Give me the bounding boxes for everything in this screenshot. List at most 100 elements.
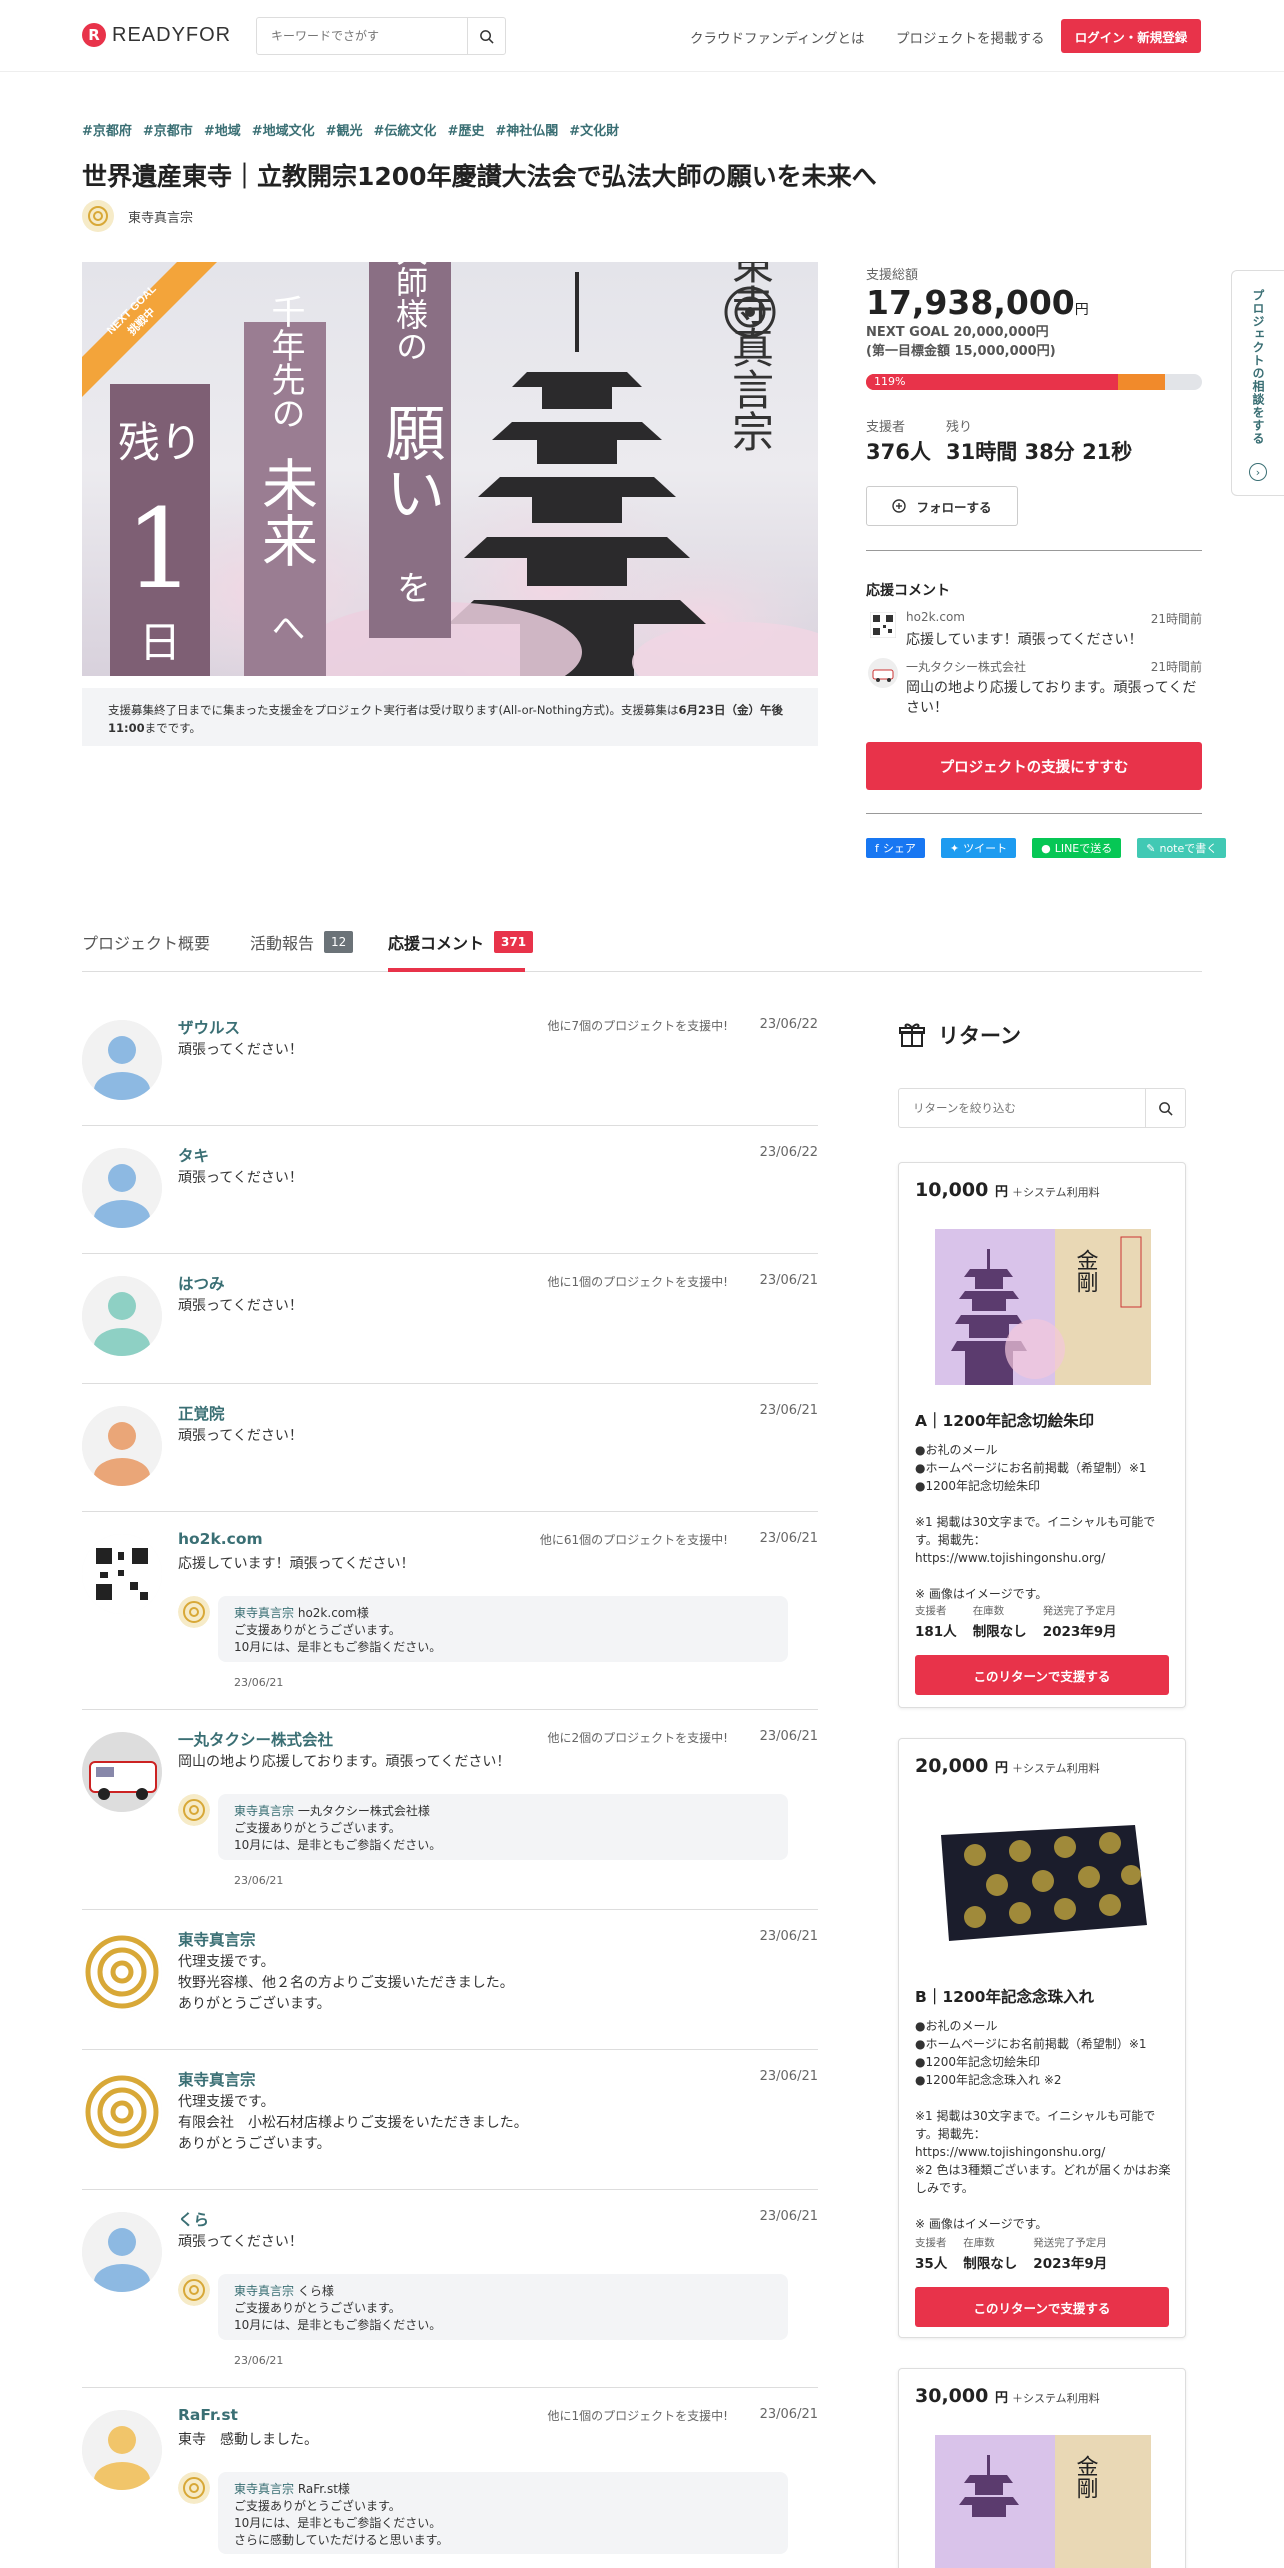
- tag-link[interactable]: #歴史: [447, 120, 484, 139]
- support-comments-title: 応援コメント: [866, 583, 950, 599]
- select-reward-button[interactable]: このリターンで支援する: [915, 2287, 1169, 2327]
- reward-search-button[interactable]: [1145, 1089, 1185, 1127]
- commenter-avatar[interactable]: [82, 1932, 162, 2012]
- tag-link[interactable]: #京都市: [143, 120, 193, 139]
- reward-image-goshuin: 金剛: [935, 1229, 1151, 1385]
- tag-link[interactable]: #地域文化: [252, 120, 315, 139]
- comment-text: 頑張ってください！: [178, 2234, 303, 2250]
- project-tags: #京都府 #京都市 #地域 #地域文化 #観光 #伝統文化 #歴史 #神社仏閣 …: [82, 120, 619, 139]
- side-comment[interactable]: 一丸タクシー株式会社 21時間前 岡山の地より応援しております。頑張ってください…: [866, 658, 1202, 720]
- tag-link[interactable]: #地域: [204, 120, 241, 139]
- tab-support-comments[interactable]: 応援コメント 371: [388, 930, 534, 954]
- reward-image-goshuin: 金剛: [935, 2435, 1151, 2568]
- reward-filter-input[interactable]: [899, 1089, 1145, 1127]
- reply-date: 23/06/21: [234, 2354, 284, 2367]
- owner-reply-avatar: [178, 2472, 210, 2504]
- comment-date: 23/06/21: [759, 2209, 818, 2224]
- commenter-name[interactable]: 一丸タクシー株式会社: [178, 1728, 333, 1750]
- reward-image-juzu-case: [935, 1805, 1151, 1961]
- comment-date: 23/06/22: [759, 1145, 818, 1160]
- other-projects-note: 他に7個のプロジェクトを支援中!: [547, 1019, 728, 1033]
- reward-title: A｜1200年記念切絵朱印: [915, 1412, 1095, 1430]
- reward-price: 30,000 円＋システム利用料: [915, 2385, 1100, 2407]
- commenter-name[interactable]: 正覚院: [178, 1402, 225, 1424]
- facebook-share-button[interactable]: f シェア: [866, 838, 925, 858]
- tag-link[interactable]: #京都府: [82, 120, 132, 139]
- commenter-avatar[interactable]: [82, 1406, 162, 1486]
- comment-item: タキ 23/06/22 頑張ってください！: [82, 1126, 818, 1254]
- goal-info: NEXT GOAL 20,000,000円 (第一目標金額 15,000,000…: [866, 325, 1056, 359]
- comment-item: 東寺真言宗 23/06/21 代理支援です。 牧野光容様、他２名の方よりご支援いただき…: [82, 1910, 818, 2050]
- hero-text-future2: 未来: [253, 456, 318, 568]
- comment-text: 東寺 感動しました。: [178, 2432, 318, 2448]
- commenter-avatar[interactable]: [82, 1148, 162, 1228]
- other-projects-note: 他に2個のプロジェクトを支援中!: [547, 1731, 728, 1745]
- comment-date: 23/06/21: [759, 1929, 818, 1944]
- reward-card[interactable]: 30,000 円＋システム利用料 金剛: [898, 2368, 1186, 2568]
- comment-date: 23/06/21: [759, 1403, 818, 1418]
- commenter-name[interactable]: 東寺真言宗: [178, 2068, 256, 2090]
- nav-about-crowdfunding[interactable]: クラウドファンディングとは: [690, 27, 865, 47]
- comment-text: 代理支援です。 牧野光容様、他２名の方よりご支援いただきました。 ありがとうございま…: [178, 1954, 514, 2012]
- comment-date: 23/06/21: [759, 1729, 818, 1744]
- side-comment[interactable]: ho2k.com 21時間前 応援しています！頑張ってください！: [866, 610, 1202, 654]
- keyword-search-input[interactable]: [257, 18, 467, 54]
- comment-text: 頑張ってください！: [178, 1170, 303, 1186]
- reward-meta: 支援者 35人 在庫数 制限なし 発送完了予定月 2023年9月: [915, 2237, 1108, 2272]
- commenter-avatar[interactable]: [82, 1020, 162, 1100]
- commenter-avatar[interactable]: [82, 2410, 162, 2490]
- tag-link[interactable]: #観光: [326, 120, 363, 139]
- search-icon: [480, 29, 494, 44]
- hero-text-remaining: 残り: [118, 418, 202, 467]
- project-hero-image: 残り 1 日 千年先の 未来 へ お大師様の 願い を 東寺真言宗 NEXT G…: [82, 262, 818, 676]
- project-consultation-tab[interactable]: プロジェクトの相談をする ›: [1231, 270, 1284, 496]
- comment-date: 23/06/21: [759, 2407, 818, 2422]
- hero-text-future1: 千年先の: [265, 294, 305, 430]
- taxi-avatar: [868, 658, 898, 688]
- commenter-avatar[interactable]: [82, 1732, 162, 1812]
- logo-mark-icon: R: [82, 23, 106, 47]
- line-share-button[interactable]: ● LINEで送る: [1032, 838, 1122, 858]
- reward-title: B｜1200年記念念珠入れ: [915, 1988, 1094, 2006]
- login-signup-button[interactable]: ログイン・新規登録: [1061, 19, 1201, 53]
- note-share-button[interactable]: ✎ noteで書く: [1137, 838, 1227, 858]
- commenter-avatar[interactable]: [82, 2212, 162, 2292]
- commenter-name[interactable]: はつみ: [178, 1272, 225, 1294]
- commenter-avatar[interactable]: [82, 1276, 162, 1356]
- hero-text-wish2: 願い: [375, 402, 445, 522]
- project-owner[interactable]: 東寺真言宗: [82, 200, 193, 232]
- comment-date: 23/06/21: [759, 1531, 818, 1546]
- commenter-name[interactable]: ho2k.com: [178, 1530, 263, 1548]
- search-button[interactable]: [467, 18, 505, 54]
- comment-text: 頑張ってください！: [178, 1428, 303, 1444]
- commenter-name[interactable]: 東寺真言宗: [178, 1928, 256, 1950]
- project-title: 世界遺産東寺｜立教開宗1200年慶讃大法会で弘法大師の願いを未来へ: [82, 162, 877, 191]
- nav-post-project[interactable]: プロジェクトを掲載する: [896, 27, 1045, 47]
- comment-item: RaFr.st 他に1個のプロジェクトを支援中! 23/06/21 東寺 感動しました…: [82, 2388, 818, 2568]
- reward-price: 10,000 円＋システム利用料: [915, 1179, 1100, 1201]
- other-projects-note: 他に61個のプロジェクトを支援中!: [539, 1533, 728, 1547]
- twitter-share-button[interactable]: ✦ ツイート: [940, 838, 1017, 858]
- commenter-name[interactable]: RaFr.st: [178, 2406, 238, 2424]
- readyfor-logo[interactable]: R READYFOR: [82, 23, 231, 47]
- reward-card[interactable]: 20,000 円＋システム利用料 B｜1200年記念念珠入れ ●お礼のメール ●ホ…: [898, 1738, 1186, 2338]
- tag-link[interactable]: #文化財: [569, 120, 619, 139]
- comment-item: ho2k.com 他に61個のプロジェクトを支援中! 23/06/21 応援しています…: [82, 1512, 818, 1710]
- select-reward-button[interactable]: このリターンで支援する: [915, 1655, 1169, 1695]
- commenter-avatar[interactable]: [82, 1534, 162, 1614]
- reward-price: 20,000 円＋システム利用料: [915, 1755, 1100, 1777]
- follow-button[interactable]: フォローする: [866, 486, 1018, 526]
- reward-card[interactable]: 10,000 円＋システム利用料 金剛 A｜1200年記念切絵朱印 ●お礼のメー…: [898, 1162, 1186, 1708]
- reward-filter-search: [898, 1088, 1186, 1128]
- tag-link[interactable]: #伝統文化: [374, 120, 437, 139]
- commenter-name[interactable]: くら: [178, 2208, 209, 2230]
- tab-activity-reports[interactable]: 活動報告 12: [250, 930, 354, 954]
- tag-link[interactable]: #神社仏閣: [495, 120, 558, 139]
- owner-reply-avatar: [178, 2274, 210, 2306]
- commenter-avatar[interactable]: [82, 2072, 162, 2152]
- comment-item: 正覚院 23/06/21 頑張ってください！: [82, 1384, 818, 1512]
- proceed-to-support-button[interactable]: プロジェクトの支援にすすむ: [866, 742, 1202, 790]
- tab-overview[interactable]: プロジェクト概要: [82, 930, 210, 954]
- commenter-name[interactable]: ザウルス: [178, 1016, 240, 1038]
- commenter-name[interactable]: タキ: [178, 1144, 209, 1166]
